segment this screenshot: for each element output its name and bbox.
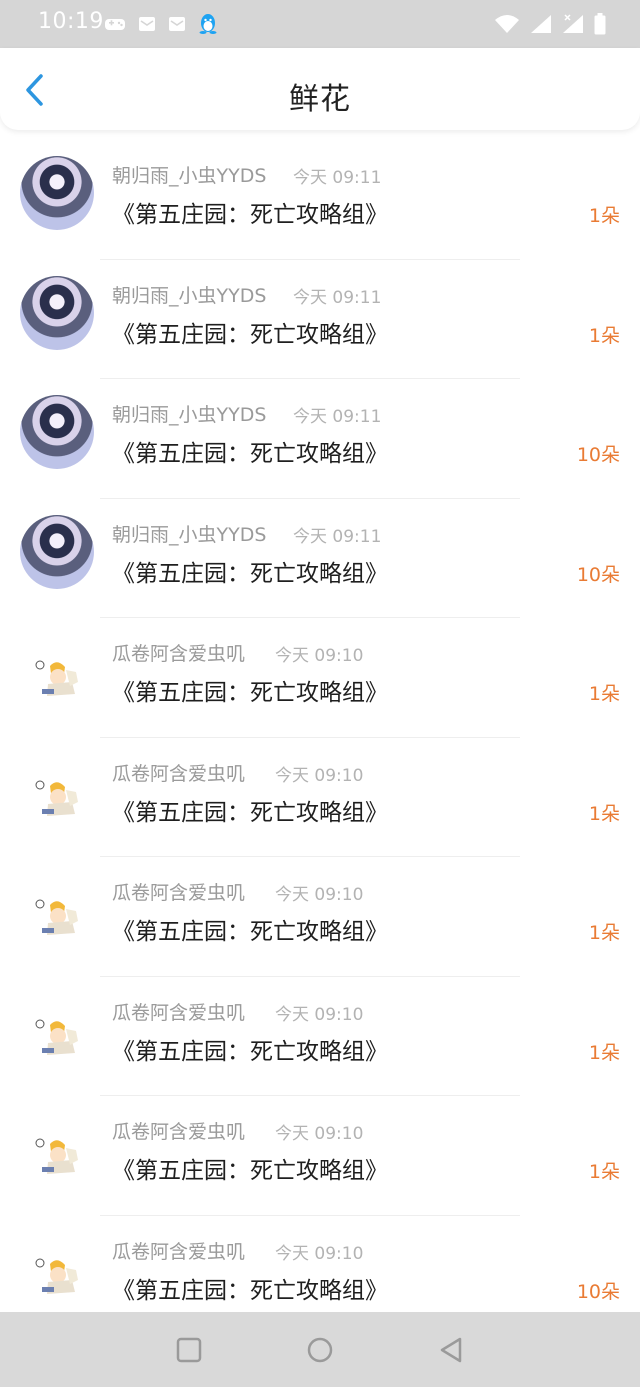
avatar-illustration	[35, 660, 78, 696]
status-time: 10:19	[38, 9, 104, 34]
timestamp: 今天 09:11	[293, 407, 382, 427]
avatar[interactable]	[20, 1231, 94, 1306]
timestamp: 今天 09:11	[293, 287, 382, 308]
avatar[interactable]	[20, 156, 94, 230]
avatar-illustration	[35, 1019, 78, 1055]
book-title[interactable]: 《第五庄园：死亡攻略组》	[112, 1032, 388, 1066]
avatar[interactable]	[20, 1112, 94, 1186]
flower-count: 1朵	[588, 802, 620, 825]
user-name[interactable]: 朝归雨_小虫YYDS	[112, 281, 266, 308]
timestamp: 今天 09:10	[275, 1004, 364, 1025]
user-name[interactable]: 瓜卷阿含爱虫叽	[112, 639, 245, 666]
list-item[interactable]: 瓜卷阿含爱虫叽 今天 09:10 《第五庄园：死亡攻略组》 1朵	[0, 1096, 640, 1216]
user-name[interactable]: 朝归雨_小虫YYDS	[112, 400, 266, 427]
flower-count: 1朵	[588, 922, 620, 944]
status-bar: 10:19	[0, 0, 640, 48]
book-title[interactable]: 《第五庄园：死亡攻略组》	[112, 195, 388, 229]
user-name[interactable]: 瓜卷阿含爱虫叽	[112, 878, 245, 905]
wifi-icon	[495, 15, 519, 33]
header: 鲜花	[0, 48, 640, 130]
timestamp: 今天 09:10	[275, 1124, 364, 1144]
list-item[interactable]: 瓜卷阿含爱虫叽 今天 09:10 《第五庄园：死亡攻略组》 1朵	[0, 977, 640, 1096]
flower-count: 1朵	[588, 1161, 620, 1183]
user-name[interactable]: 瓜卷阿含爱虫叽	[112, 1237, 245, 1264]
back-triangle-icon	[440, 1337, 462, 1363]
list-item[interactable]: 瓜卷阿含爱虫叽 今天 09:10 《第五庄园：死亡攻略组》 1朵	[0, 738, 640, 857]
status-left-icons	[104, 12, 218, 36]
user-name[interactable]: 朝归雨_小虫YYDS	[112, 161, 266, 188]
timestamp: 今天 09:11	[293, 526, 382, 547]
avatar-illustration	[35, 1258, 78, 1294]
list-item[interactable]: 朝归雨_小虫YYDS 今天 09:11 《第五庄园：死亡攻略组》 1朵	[0, 260, 640, 379]
game-controller-icon	[105, 19, 125, 30]
list-item[interactable]: 朝归雨_小虫YYDS 今天 09:11 《第五庄园：死亡攻略组》 1朵	[0, 140, 640, 260]
timestamp: 今天 09:10	[275, 646, 364, 666]
mail-icon	[139, 17, 155, 31]
list-item[interactable]: 瓜卷阿含爱虫叽 今天 09:10 《第五庄园：死亡攻略组》 1朵	[0, 618, 640, 738]
avatar[interactable]	[20, 395, 94, 469]
book-title[interactable]: 《第五庄园：死亡攻略组》	[112, 673, 388, 707]
flower-count: 10朵	[576, 444, 620, 466]
qq-penguin-icon	[199, 14, 217, 34]
flower-count: 1朵	[588, 1041, 620, 1064]
user-name[interactable]: 瓜卷阿含爱虫叽	[112, 998, 245, 1025]
list-item[interactable]: 朝归雨_小虫YYDS 今天 09:11 《第五庄园：死亡攻略组》 10朵	[0, 499, 640, 618]
avatar[interactable]	[20, 873, 94, 947]
flower-count: 10朵	[576, 563, 620, 586]
timestamp: 今天 09:11	[293, 168, 382, 188]
book-title[interactable]: 《第五庄园：死亡攻略组》	[112, 912, 388, 946]
status-right-icons	[494, 12, 606, 36]
home-circle-icon	[307, 1337, 333, 1363]
timestamp: 今天 09:10	[275, 885, 364, 905]
book-title[interactable]: 《第五庄园：死亡攻略组》	[112, 434, 388, 468]
book-title[interactable]: 《第五庄园：死亡攻略组》	[112, 1151, 388, 1185]
system-nav-bar	[0, 1312, 640, 1387]
user-name[interactable]: 瓜卷阿含爱虫叽	[112, 759, 245, 786]
avatar[interactable]	[20, 992, 94, 1067]
list-item[interactable]: 朝归雨_小虫YYDS 今天 09:11 《第五庄园：死亡攻略组》 10朵	[0, 379, 640, 499]
timestamp: 今天 09:10	[275, 1243, 364, 1264]
recents-square-icon	[176, 1337, 202, 1363]
flower-list: 朝归雨_小虫YYDS 今天 09:11 《第五庄园：死亡攻略组》 1朵 朝归雨_…	[0, 140, 640, 1335]
user-name[interactable]: 瓜卷阿含爱虫叽	[112, 1117, 245, 1144]
mail-icon	[169, 17, 185, 31]
signal-icon	[563, 14, 583, 33]
avatar[interactable]	[20, 634, 94, 708]
flower-count: 1朵	[588, 683, 620, 705]
book-title[interactable]: 《第五庄园：死亡攻略组》	[112, 554, 388, 588]
page-title: 鲜花	[289, 82, 351, 117]
recents-button[interactable]	[171, 1332, 207, 1368]
flower-count: 10朵	[576, 1280, 620, 1303]
battery-icon	[594, 13, 606, 35]
avatar-illustration	[35, 1138, 78, 1174]
avatar[interactable]	[20, 514, 94, 589]
system-back-button[interactable]	[433, 1332, 469, 1368]
book-title[interactable]: 《第五庄园：死亡攻略组》	[112, 1271, 388, 1305]
flower-count: 1朵	[588, 324, 620, 347]
list-item[interactable]: 瓜卷阿含爱虫叽 今天 09:10 《第五庄园：死亡攻略组》 1朵	[0, 857, 640, 977]
signal-icon	[531, 15, 551, 33]
flower-count: 1朵	[588, 205, 620, 227]
book-title[interactable]: 《第五庄园：死亡攻略组》	[112, 793, 388, 827]
avatar-illustration	[35, 899, 78, 935]
book-title[interactable]: 《第五庄园：死亡攻略组》	[112, 315, 388, 349]
avatar[interactable]	[20, 275, 94, 350]
user-name[interactable]: 朝归雨_小虫YYDS	[112, 520, 266, 547]
timestamp: 今天 09:10	[275, 765, 364, 786]
home-button[interactable]	[302, 1332, 338, 1368]
avatar-illustration	[35, 780, 78, 816]
avatar[interactable]	[20, 753, 94, 828]
